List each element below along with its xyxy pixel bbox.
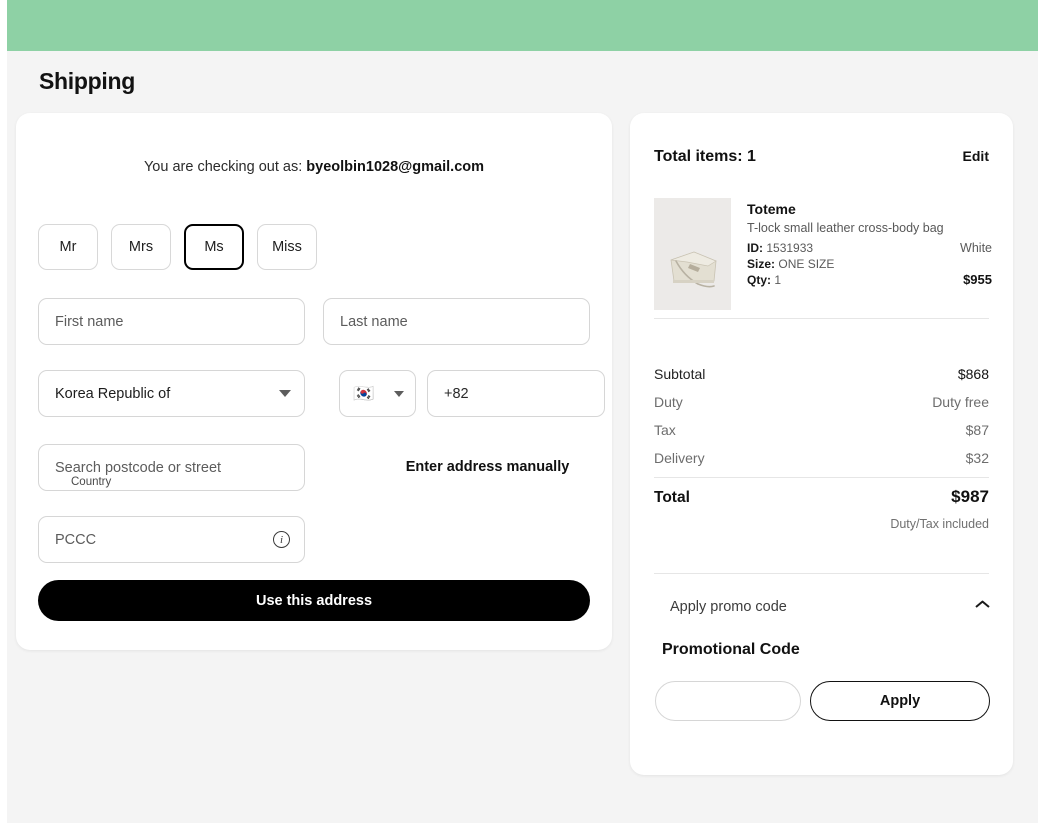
promotional-code-heading: Promotional Code bbox=[662, 641, 800, 658]
duty-tax-note: Duty/Tax included bbox=[890, 517, 989, 531]
product-size-value: ONE SIZE bbox=[778, 257, 835, 271]
price-row-subtotal: Subtotal $868 bbox=[654, 366, 989, 394]
subtotal-label: Subtotal bbox=[654, 366, 706, 382]
country-selected-value: Korea Republic of bbox=[55, 385, 171, 402]
title-option-mr[interactable]: Mr bbox=[38, 224, 98, 270]
checkout-page: Shipping You are checking out as: byeolb… bbox=[0, 0, 1038, 823]
total-label: Total bbox=[654, 489, 690, 506]
postcode-placeholder: Search postcode or street bbox=[55, 459, 222, 476]
first-name-input[interactable]: First name bbox=[38, 298, 305, 345]
edit-bag-link[interactable]: Edit bbox=[963, 148, 989, 164]
product-price: $955 bbox=[963, 272, 992, 287]
product-thumbnail[interactable] bbox=[654, 198, 731, 310]
last-name-input[interactable]: Last name bbox=[323, 298, 590, 345]
tax-value: $87 bbox=[965, 422, 989, 438]
shipping-form-card: You are checking out as: byeolbin1028@gm… bbox=[16, 113, 612, 650]
first-name-placeholder: First name bbox=[55, 313, 124, 330]
title-option-ms[interactable]: Ms bbox=[184, 224, 244, 270]
promo-code-input[interactable] bbox=[655, 681, 801, 721]
phone-number-input[interactable]: +82 bbox=[427, 370, 605, 417]
duty-label: Duty bbox=[654, 394, 683, 410]
title-option-mrs[interactable]: Mrs bbox=[111, 224, 171, 270]
page-title: Shipping bbox=[39, 68, 135, 94]
product-size-label: Size: bbox=[747, 257, 776, 271]
total-value: $987 bbox=[951, 487, 989, 506]
phone-country-select[interactable]: 🇰🇷 bbox=[339, 370, 416, 417]
divider bbox=[654, 573, 989, 574]
phone-number-value: +82 bbox=[444, 385, 469, 402]
info-icon[interactable]: i bbox=[273, 531, 290, 548]
bag-illustration-icon bbox=[654, 198, 731, 310]
apply-promo-code-label: Apply promo code bbox=[670, 599, 787, 615]
order-summary-card: Total items: 1 Edit Toteme T-lock small … bbox=[630, 113, 1013, 775]
product-colour: White bbox=[960, 241, 992, 255]
total-items-count: Total items: 1 bbox=[654, 148, 756, 165]
kr-flag-icon: 🇰🇷 bbox=[353, 384, 375, 403]
product-qty-label: Qty: bbox=[747, 273, 771, 287]
delivery-value: $32 bbox=[965, 450, 989, 466]
product-details: Toteme T-lock small leather cross-body b… bbox=[747, 198, 992, 310]
country-field-label: Country bbox=[66, 475, 117, 489]
product-size-row: Size: ONE SIZE bbox=[747, 256, 992, 272]
chevron-down-icon bbox=[279, 390, 291, 397]
product-id-value: 1531933 bbox=[766, 241, 814, 255]
duty-value: Duty free bbox=[932, 394, 989, 410]
use-this-address-button[interactable]: Use this address bbox=[38, 580, 590, 621]
order-total-row: Total $987 bbox=[654, 487, 989, 507]
pccc-placeholder: PCCC bbox=[55, 531, 97, 548]
order-summary-header: Total items: 1 Edit bbox=[654, 148, 989, 166]
product-name: T-lock small leather cross-body bag bbox=[747, 221, 944, 235]
tax-label: Tax bbox=[654, 422, 676, 438]
product-qty-value: 1 bbox=[774, 273, 782, 287]
pccc-input[interactable]: PCCC i bbox=[38, 516, 305, 563]
top-banner bbox=[7, 0, 1038, 51]
product-id-label: ID: bbox=[747, 241, 763, 255]
checking-out-as: You are checking out as: byeolbin1028@gm… bbox=[16, 159, 612, 175]
country-select[interactable]: Korea Republic of bbox=[38, 370, 305, 417]
checking-out-as-prefix: You are checking out as: bbox=[143, 159, 303, 175]
account-email: byeolbin1028@gmail.com bbox=[306, 159, 485, 175]
subtotal-value: $868 bbox=[957, 366, 989, 382]
price-row-duty: Duty Duty free bbox=[654, 394, 989, 422]
title-salutation-group: Mr Mrs Ms Miss bbox=[38, 224, 317, 270]
title-option-miss[interactable]: Miss bbox=[257, 224, 317, 270]
price-row-delivery: Delivery $32 bbox=[654, 450, 989, 478]
chevron-down-icon bbox=[394, 390, 404, 397]
divider bbox=[654, 318, 989, 319]
divider bbox=[654, 477, 989, 478]
product-line-item: Toteme T-lock small leather cross-body b… bbox=[654, 198, 992, 310]
left-edge-strip bbox=[0, 0, 7, 823]
price-row-tax: Tax $87 bbox=[654, 422, 989, 450]
delivery-label: Delivery bbox=[654, 450, 705, 466]
product-brand: Toteme bbox=[747, 201, 796, 217]
apply-promo-button[interactable]: Apply bbox=[810, 681, 990, 721]
enter-address-manually-link[interactable]: Enter address manually bbox=[369, 443, 606, 490]
product-id-row: ID: 1531933 White bbox=[747, 240, 992, 256]
apply-promo-code-toggle[interactable]: Apply promo code bbox=[670, 585, 989, 629]
last-name-placeholder: Last name bbox=[340, 313, 408, 330]
product-qty-row: Qty: 1 $955 bbox=[747, 272, 992, 288]
chevron-up-icon bbox=[976, 603, 989, 611]
price-breakdown: Subtotal $868 Duty Duty free Tax $87 Del… bbox=[654, 366, 989, 478]
